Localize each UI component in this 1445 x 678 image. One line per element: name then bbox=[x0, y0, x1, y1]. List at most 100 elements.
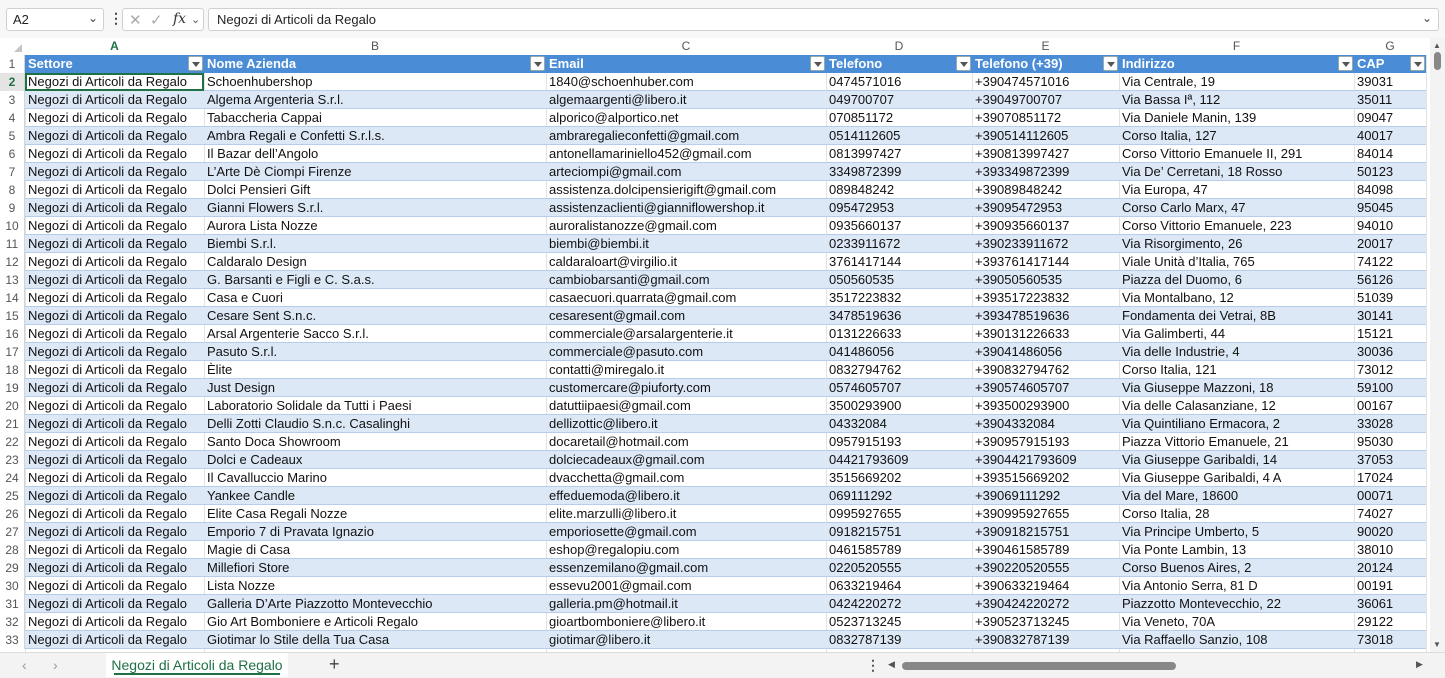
table-cell[interactable]: 0474571016 bbox=[826, 73, 972, 91]
column-header[interactable]: A bbox=[25, 38, 204, 55]
table-cell[interactable]: +3904332084 bbox=[972, 415, 1119, 433]
table-cell[interactable]: Negozi di Articoli da Regalo bbox=[25, 523, 204, 541]
table-cell[interactable]: 0813997427 bbox=[826, 145, 972, 163]
filter-dropdown-icon[interactable] bbox=[1410, 56, 1425, 71]
table-cell[interactable]: Piazza Vittorio Emanuele, 21 bbox=[1119, 433, 1354, 451]
table-cell[interactable]: +39069111292 bbox=[972, 487, 1119, 505]
table-cell[interactable]: +39050560535 bbox=[972, 271, 1119, 289]
table-cell[interactable]: 30036 bbox=[1354, 343, 1426, 361]
table-cell[interactable]: Dolci e Cadeaux bbox=[204, 451, 546, 469]
row-header[interactable]: 20 bbox=[0, 397, 25, 415]
table-cell[interactable]: Via Raffaello Sanzio, 108 bbox=[1119, 631, 1354, 649]
table-cell[interactable]: +390832787139 bbox=[972, 631, 1119, 649]
column-header[interactable]: E bbox=[972, 38, 1119, 55]
table-cell[interactable]: Negozi di Articoli da Regalo bbox=[25, 271, 204, 289]
table-cell[interactable]: Negozi di Articoli da Regalo bbox=[25, 577, 204, 595]
table-cell[interactable]: Via De’ Cerretani, 18 Rosso bbox=[1119, 163, 1354, 181]
plus-icon[interactable]: + bbox=[329, 654, 340, 675]
table-cell[interactable]: Corso Italia, 28 bbox=[1119, 505, 1354, 523]
chevron-down-icon[interactable]: ⌄ bbox=[88, 11, 98, 25]
table-cell[interactable]: essenzemilano@gmail.com bbox=[546, 559, 826, 577]
row-header[interactable]: 27 bbox=[0, 523, 25, 541]
table-cell[interactable]: emporiosette@gmail.com bbox=[546, 523, 826, 541]
table-cell[interactable]: 37053 bbox=[1354, 451, 1426, 469]
table-cell[interactable]: 0424220272 bbox=[826, 595, 972, 613]
table-cell[interactable]: 0574605707 bbox=[826, 379, 972, 397]
table-cell[interactable]: eshop@regalopiu.com bbox=[546, 541, 826, 559]
select-all-button[interactable] bbox=[0, 38, 25, 55]
row-header[interactable]: 33 bbox=[0, 631, 25, 649]
table-cell[interactable]: Delli Zotti Claudio S.n.c. Casalinghi bbox=[204, 415, 546, 433]
table-cell[interactable]: Corso Italia, 121 bbox=[1119, 361, 1354, 379]
table-cell[interactable]: 04332084 bbox=[826, 415, 972, 433]
vertical-scroll-thumb[interactable] bbox=[1434, 52, 1441, 70]
table-cell[interactable]: Via del Mare, 18600 bbox=[1119, 487, 1354, 505]
table-cell[interactable]: 04421793609 bbox=[826, 451, 972, 469]
filter-dropdown-icon[interactable] bbox=[1103, 56, 1118, 71]
table-cell[interactable]: Negozi di Articoli da Regalo bbox=[25, 631, 204, 649]
table-cell[interactable]: Giotimar lo Stile della Tua Casa bbox=[204, 631, 546, 649]
chevron-down-icon[interactable]: ⌄ bbox=[191, 13, 200, 26]
table-cell[interactable]: 0233911672 bbox=[826, 235, 972, 253]
table-cell[interactable]: Via Montalbano, 12 bbox=[1119, 289, 1354, 307]
table-cell[interactable]: +39089848242 bbox=[972, 181, 1119, 199]
row-header[interactable]: 24 bbox=[0, 469, 25, 487]
table-cell[interactable]: commerciale@arsalargenterie.it bbox=[546, 325, 826, 343]
table-cell[interactable]: Corso Carlo Marx, 47 bbox=[1119, 199, 1354, 217]
table-cell[interactable]: Negozi di Articoli da Regalo bbox=[25, 433, 204, 451]
table-cell[interactable]: Millefiori Store bbox=[204, 559, 546, 577]
table-cell[interactable]: dolciecadeaux@gmail.com bbox=[546, 451, 826, 469]
table-cell[interactable]: cesaresent@gmail.com bbox=[546, 307, 826, 325]
table-cell[interactable]: datuttiipaesi@gmail.com bbox=[546, 397, 826, 415]
table-cell[interactable]: Negozi di Articoli da Regalo bbox=[25, 361, 204, 379]
row-header[interactable]: 22 bbox=[0, 433, 25, 451]
table-cell[interactable]: Corso Buenos Aires, 2 bbox=[1119, 559, 1354, 577]
table-cell[interactable]: +390957915193 bbox=[972, 433, 1119, 451]
table-header-cell[interactable]: Nome Azienda bbox=[204, 55, 528, 73]
row-header[interactable]: 19 bbox=[0, 379, 25, 397]
table-cell[interactable]: +39041486056 bbox=[972, 343, 1119, 361]
table-cell[interactable]: galleria.pm@hotmail.it bbox=[546, 595, 826, 613]
table-cell[interactable]: Negozi di Articoli da Regalo bbox=[25, 379, 204, 397]
row-header[interactable]: 21 bbox=[0, 415, 25, 433]
table-cell[interactable]: Negozi di Articoli da Regalo bbox=[25, 343, 204, 361]
filter-dropdown-icon[interactable] bbox=[188, 56, 203, 71]
table-cell[interactable]: +393761417144 bbox=[972, 253, 1119, 271]
table-cell[interactable]: Pasuto S.r.l. bbox=[204, 343, 546, 361]
table-cell[interactable]: 94010 bbox=[1354, 217, 1426, 235]
table-cell[interactable]: +39070851172 bbox=[972, 109, 1119, 127]
row-header[interactable]: 6 bbox=[0, 145, 25, 163]
filter-dropdown-icon[interactable] bbox=[956, 56, 971, 71]
table-cell[interactable]: arteciompi@gmail.com bbox=[546, 163, 826, 181]
row-header[interactable]: 1 bbox=[0, 55, 25, 73]
table-cell[interactable]: Piazza del Duomo, 6 bbox=[1119, 271, 1354, 289]
table-cell[interactable]: +390220520555 bbox=[972, 559, 1119, 577]
table-cell[interactable]: Fondamenta dei Vetrai, 8B bbox=[1119, 307, 1354, 325]
table-cell[interactable]: ambraregalieconfetti@gmail.com bbox=[546, 127, 826, 145]
check-icon[interactable]: ✓ bbox=[150, 11, 163, 29]
table-cell[interactable]: 049700707 bbox=[826, 91, 972, 109]
table-cell[interactable]: Negozi di Articoli da Regalo bbox=[25, 595, 204, 613]
table-cell[interactable]: giotimar@libero.it bbox=[546, 631, 826, 649]
table-cell[interactable]: 90020 bbox=[1354, 523, 1426, 541]
table-cell[interactable]: 39031 bbox=[1354, 73, 1426, 91]
filter-dropdown-icon[interactable] bbox=[810, 56, 825, 71]
table-cell[interactable]: Negozi di Articoli da Regalo bbox=[25, 109, 204, 127]
table-cell[interactable]: Negozi di Articoli da Regalo bbox=[25, 469, 204, 487]
table-cell[interactable]: Arsal Argenterie Sacco S.r.l. bbox=[204, 325, 546, 343]
table-cell[interactable]: Tabaccheria Cappai bbox=[204, 109, 546, 127]
sheet-tab-active[interactable]: Negozi di Articoli da Regalo bbox=[106, 653, 288, 677]
table-cell[interactable]: +393517223832 bbox=[972, 289, 1119, 307]
table-cell[interactable]: Negozi di Articoli da Regalo bbox=[25, 73, 204, 91]
vertical-scrollbar[interactable]: ▲ ▼ bbox=[1430, 38, 1445, 652]
table-cell[interactable]: Elite Casa Regali Nozze bbox=[204, 505, 546, 523]
table-cell[interactable]: 35011 bbox=[1354, 91, 1426, 109]
table-cell[interactable]: alporico@alportico.net bbox=[546, 109, 826, 127]
table-cell[interactable]: Via Giuseppe Garibaldi, 4 A bbox=[1119, 469, 1354, 487]
table-cell[interactable]: Negozi di Articoli da Regalo bbox=[25, 559, 204, 577]
table-cell[interactable]: +390832794762 bbox=[972, 361, 1119, 379]
table-cell[interactable]: Galleria D’Arte Piazzotto Montevecchio bbox=[204, 595, 546, 613]
table-cell[interactable]: casaecuori.quarrata@gmail.com bbox=[546, 289, 826, 307]
table-cell[interactable]: Laboratorio Solidale da Tutti i Paesi bbox=[204, 397, 546, 415]
row-header[interactable]: 3 bbox=[0, 91, 25, 109]
